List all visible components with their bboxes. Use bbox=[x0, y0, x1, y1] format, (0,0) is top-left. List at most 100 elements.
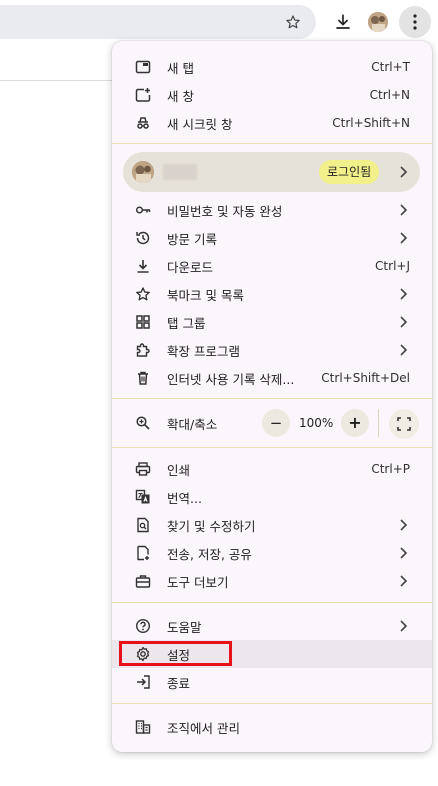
incognito-icon bbox=[134, 114, 152, 132]
translate-icon bbox=[134, 488, 152, 506]
star-icon bbox=[286, 15, 300, 29]
menu-item-clear-data[interactable]: 인터넷 사용 기록 삭제... Ctrl+Shift+Del bbox=[112, 364, 432, 392]
building-icon bbox=[134, 718, 152, 736]
star-icon bbox=[134, 285, 152, 303]
menu-item-tab-groups[interactable]: 탭 그룹 bbox=[112, 308, 432, 336]
avatar bbox=[132, 161, 154, 183]
cast-save-icon bbox=[134, 544, 152, 562]
menu-item-translate[interactable]: 번역... bbox=[112, 483, 432, 511]
chevron-right-icon bbox=[398, 574, 408, 588]
find-icon bbox=[134, 516, 152, 534]
minus-icon: − bbox=[269, 413, 283, 432]
menu-item-label: 북마크 및 목록 bbox=[167, 287, 244, 303]
trash-icon bbox=[134, 369, 152, 387]
menu-item-extensions[interactable]: 확장 프로그램 bbox=[112, 336, 432, 364]
menu-item-label: 새 시크릿 창 bbox=[167, 116, 233, 132]
downloads-button[interactable] bbox=[330, 9, 356, 35]
fullscreen-button[interactable] bbox=[389, 409, 419, 439]
shortcut-label: Ctrl+P bbox=[371, 462, 410, 476]
divider bbox=[378, 409, 379, 437]
menu-item-label: 종료 bbox=[167, 675, 191, 691]
chevron-right-icon bbox=[398, 343, 408, 357]
profile-row[interactable]: 로그인됨 bbox=[123, 152, 420, 192]
menu-item-print[interactable]: 인쇄 Ctrl+P bbox=[112, 455, 432, 483]
menu-item-label: 인쇄 bbox=[167, 462, 191, 478]
chevron-right-icon bbox=[398, 546, 408, 560]
download-icon bbox=[336, 14, 350, 29]
separator bbox=[112, 447, 432, 448]
menu-item-label: 새 창 bbox=[167, 88, 194, 104]
fullscreen-icon bbox=[397, 417, 411, 431]
shortcut-label: Ctrl+J bbox=[375, 259, 410, 273]
menu-item-passwords[interactable]: 비밀번호 및 자동 완성 bbox=[112, 196, 432, 224]
menu-item-label: 도구 더보기 bbox=[167, 574, 229, 590]
menu-item-more-tools[interactable]: 도구 더보기 bbox=[112, 567, 432, 595]
bookmark-star-button[interactable] bbox=[280, 10, 306, 34]
key-icon bbox=[134, 201, 152, 219]
menu-item-label: 전송, 저장, 공유 bbox=[167, 546, 252, 562]
chevron-right-icon bbox=[398, 287, 408, 301]
menu-item-managed[interactable]: 조직에서 관리 bbox=[112, 713, 432, 741]
browser-toolbar bbox=[0, 0, 438, 44]
download-icon bbox=[134, 257, 152, 275]
tab-groups-icon bbox=[134, 313, 152, 331]
menu-item-label: 확대/축소 bbox=[167, 416, 218, 432]
signed-in-badge: 로그인됨 bbox=[319, 160, 380, 184]
menu-item-history[interactable]: 방문 기록 bbox=[112, 224, 432, 252]
menu-item-label: 방문 기록 bbox=[167, 231, 217, 247]
annotation-highlight-box bbox=[119, 641, 232, 666]
menu-item-exit[interactable]: 종료 bbox=[112, 668, 432, 696]
menu-item-find[interactable]: 찾기 및 수정하기 bbox=[112, 511, 432, 539]
page-divider bbox=[0, 80, 112, 81]
menu-item-label: 인터넷 사용 기록 삭제... bbox=[167, 371, 295, 387]
profile-name-redacted bbox=[163, 164, 197, 180]
separator bbox=[112, 703, 432, 704]
help-icon bbox=[134, 617, 152, 635]
menu-item-label: 탭 그룹 bbox=[167, 315, 206, 331]
chevron-right-icon bbox=[398, 165, 408, 179]
exit-icon bbox=[134, 673, 152, 691]
separator bbox=[112, 398, 432, 399]
shortcut-label: Ctrl+N bbox=[369, 88, 410, 102]
menu-item-cast-save-share[interactable]: 전송, 저장, 공유 bbox=[112, 539, 432, 567]
toolbox-icon bbox=[134, 572, 152, 590]
new-window-icon bbox=[134, 86, 152, 104]
address-bar[interactable] bbox=[0, 5, 316, 39]
menu-button[interactable] bbox=[399, 6, 431, 38]
menu-item-help[interactable]: 도움말 bbox=[112, 612, 432, 640]
menu-item-new-window[interactable]: 새 창 Ctrl+N bbox=[112, 81, 432, 109]
menu-item-bookmarks[interactable]: 북마크 및 목록 bbox=[112, 280, 432, 308]
zoom-out-button[interactable]: − bbox=[262, 409, 290, 437]
chevron-right-icon bbox=[398, 203, 408, 217]
shortcut-label: Ctrl+Shift+Del bbox=[321, 371, 410, 385]
menu-item-label: 조직에서 관리 bbox=[167, 720, 240, 736]
history-icon bbox=[134, 229, 152, 247]
menu-item-label: 다운로드 bbox=[167, 259, 214, 275]
zoom-in-button[interactable]: + bbox=[341, 409, 369, 437]
chevron-right-icon bbox=[398, 231, 408, 245]
menu-item-label: 찾기 및 수정하기 bbox=[167, 518, 256, 534]
extension-icon bbox=[134, 341, 152, 359]
zoom-level: 100% bbox=[299, 416, 334, 430]
menu-item-label: 확장 프로그램 bbox=[167, 343, 240, 359]
zoom-icon bbox=[134, 414, 152, 432]
menu-item-downloads[interactable]: 다운로드 Ctrl+J bbox=[112, 252, 432, 280]
new-tab-icon bbox=[134, 58, 152, 76]
chevron-right-icon bbox=[398, 619, 408, 633]
chevron-right-icon bbox=[398, 518, 408, 532]
separator bbox=[112, 602, 432, 603]
menu-item-label: 번역... bbox=[167, 490, 202, 506]
print-icon bbox=[134, 460, 152, 478]
plus-icon: + bbox=[348, 413, 362, 432]
menu-item-label: 도움말 bbox=[167, 619, 202, 635]
menu-item-label: 새 탭 bbox=[167, 60, 194, 76]
menu-item-new-tab[interactable]: 새 탭 Ctrl+T bbox=[112, 53, 432, 81]
avatar[interactable] bbox=[368, 12, 388, 32]
chevron-right-icon bbox=[398, 315, 408, 329]
menu-item-label: 비밀번호 및 자동 완성 bbox=[167, 203, 283, 219]
shortcut-label: Ctrl+Shift+N bbox=[332, 116, 410, 130]
menu-item-incognito[interactable]: 새 시크릿 창 Ctrl+Shift+N bbox=[112, 109, 432, 137]
more-vert-icon bbox=[413, 14, 417, 30]
separator bbox=[112, 143, 432, 144]
shortcut-label: Ctrl+T bbox=[371, 60, 410, 74]
